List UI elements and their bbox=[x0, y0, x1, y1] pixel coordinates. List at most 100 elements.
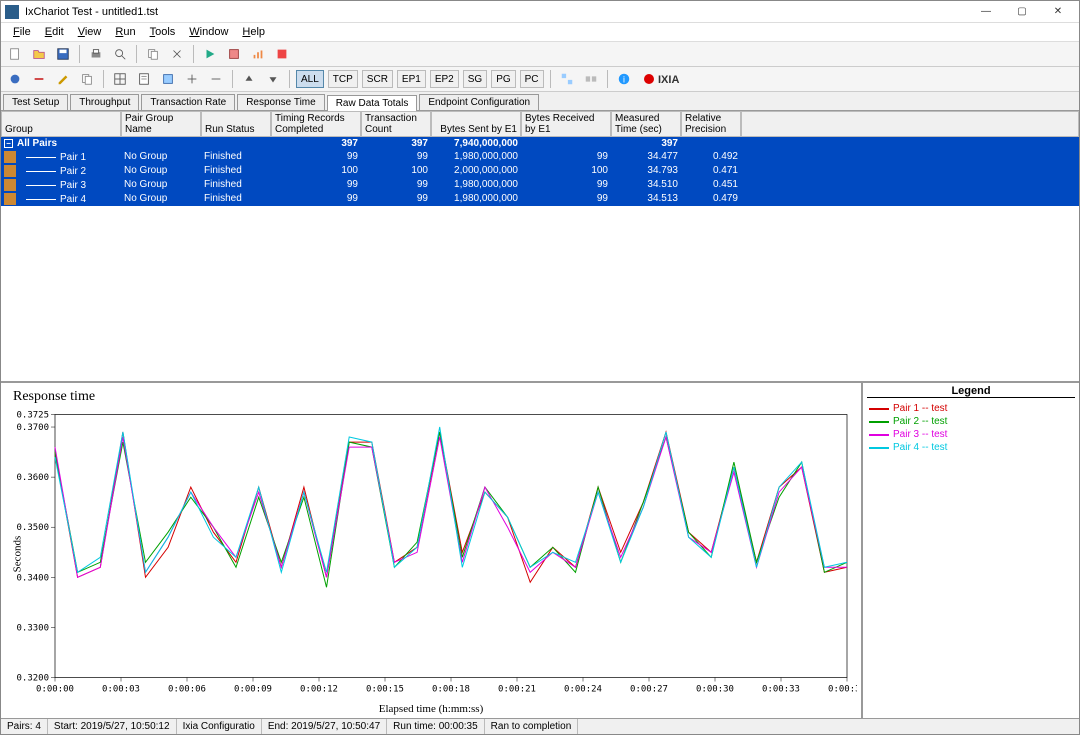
pair-edit-icon[interactable] bbox=[53, 69, 73, 89]
menu-help[interactable]: Help bbox=[236, 25, 271, 39]
tab-raw-data-totals[interactable]: Raw Data Totals bbox=[327, 95, 418, 111]
svg-text:0:00:06: 0:00:06 bbox=[168, 685, 206, 695]
chart-title: Response time bbox=[5, 387, 857, 407]
status-start: Start: 2019/5/27, 10:50:12 bbox=[48, 719, 177, 734]
col-recv[interactable]: Bytes Received by E1 bbox=[521, 111, 611, 137]
svg-text:0:00:33: 0:00:33 bbox=[762, 685, 800, 695]
svg-text:0:00:24: 0:00:24 bbox=[564, 685, 602, 695]
sort-asc-icon[interactable] bbox=[239, 69, 259, 89]
menu-tools[interactable]: Tools bbox=[144, 25, 182, 39]
status-ran: Ran to completion bbox=[485, 719, 579, 734]
data-grid: Group Pair Group Name Run Status Timing … bbox=[1, 111, 1079, 383]
chart-area: Seconds 0.32000.33000.34000.35000.36000.… bbox=[5, 407, 857, 701]
menu-file[interactable]: File bbox=[7, 25, 37, 39]
tab-test-setup[interactable]: Test Setup bbox=[3, 94, 68, 110]
filter-all[interactable]: ALL bbox=[296, 70, 324, 88]
tab-transaction-rate[interactable]: Transaction Rate bbox=[141, 94, 235, 110]
filter-tcp[interactable]: TCP bbox=[328, 70, 358, 88]
pair-copy-icon[interactable] bbox=[77, 69, 97, 89]
ungroup-icon[interactable] bbox=[557, 69, 577, 89]
status-end: End: 2019/5/27, 10:50:47 bbox=[262, 719, 387, 734]
svg-text:0:00:00: 0:00:00 bbox=[36, 685, 74, 695]
grid-row[interactable]: Pair 3No GroupFinished99991,980,000,0009… bbox=[1, 178, 1079, 192]
close-button[interactable]: ✕ bbox=[1041, 3, 1075, 21]
report-icon[interactable] bbox=[134, 69, 154, 89]
svg-text:0.3600: 0.3600 bbox=[16, 473, 49, 483]
filter-pg[interactable]: PG bbox=[491, 70, 515, 88]
grid-total-row[interactable]: − All Pairs3973977,940,000,000397 bbox=[1, 137, 1079, 150]
grid-row[interactable]: Pair 2No GroupFinished1001002,000,000,00… bbox=[1, 164, 1079, 178]
expand-icon[interactable] bbox=[182, 69, 202, 89]
svg-text:IXIA: IXIA bbox=[658, 74, 679, 86]
svg-text:0:00:09: 0:00:09 bbox=[234, 685, 272, 695]
print-icon[interactable] bbox=[86, 44, 106, 64]
legend-item[interactable]: Pair 3 -- test bbox=[869, 428, 1073, 441]
col-group[interactable]: Group bbox=[1, 111, 121, 137]
filter-ep1[interactable]: EP1 bbox=[397, 70, 426, 88]
col-sent[interactable]: Bytes Sent by E1 bbox=[431, 111, 521, 137]
titlebar: IxChariot Test - untitled1.tst — ▢ ✕ bbox=[1, 1, 1079, 23]
menu-view[interactable]: View bbox=[72, 25, 108, 39]
summary-icon[interactable] bbox=[158, 69, 178, 89]
save-icon[interactable] bbox=[53, 44, 73, 64]
endpoints-icon[interactable] bbox=[581, 69, 601, 89]
help-icon[interactable]: i bbox=[614, 69, 634, 89]
preview-icon[interactable] bbox=[110, 44, 130, 64]
filter-pc[interactable]: PC bbox=[520, 70, 544, 88]
grid-row[interactable]: Pair 1No GroupFinished99991,980,000,0009… bbox=[1, 150, 1079, 164]
tab-response-time[interactable]: Response Time bbox=[237, 94, 324, 110]
svg-text:i: i bbox=[623, 75, 625, 85]
filter-ep2[interactable]: EP2 bbox=[430, 70, 459, 88]
new-icon[interactable] bbox=[5, 44, 25, 64]
svg-text:0.3725: 0.3725 bbox=[16, 411, 49, 421]
pair-add-icon[interactable] bbox=[5, 69, 25, 89]
collapse-icon[interactable] bbox=[206, 69, 226, 89]
legend-pane: Legend Pair 1 -- testPair 2 -- testPair … bbox=[863, 383, 1079, 718]
filter-sg[interactable]: SG bbox=[463, 70, 487, 88]
col-timing[interactable]: Timing Records Completed bbox=[271, 111, 361, 137]
menu-run[interactable]: Run bbox=[109, 25, 141, 39]
legend-item[interactable]: Pair 4 -- test bbox=[869, 441, 1073, 454]
sort-desc-icon[interactable] bbox=[263, 69, 283, 89]
maximize-button[interactable]: ▢ bbox=[1005, 3, 1039, 21]
open-icon[interactable] bbox=[29, 44, 49, 64]
filter-scr[interactable]: SCR bbox=[362, 70, 393, 88]
col-meas[interactable]: Measured Time (sec) bbox=[611, 111, 681, 137]
toolbar-pair: ALL TCP SCR EP1 EP2 SG PG PC i IXIA bbox=[1, 67, 1079, 92]
tab-endpoint-configuration[interactable]: Endpoint Configuration bbox=[419, 94, 539, 110]
run-icon[interactable] bbox=[200, 44, 220, 64]
grid-body: − All Pairs3973977,940,000,000397 Pair 1… bbox=[1, 137, 1079, 381]
minimize-button[interactable]: — bbox=[969, 3, 1003, 21]
result-tabs: Test SetupThroughputTransaction RateResp… bbox=[1, 92, 1079, 111]
copy-icon[interactable] bbox=[143, 44, 163, 64]
menubar: FileEditViewRunToolsWindowHelp bbox=[1, 23, 1079, 42]
export-icon[interactable] bbox=[224, 44, 244, 64]
svg-text:0:00:15: 0:00:15 bbox=[366, 685, 404, 695]
col-trans[interactable]: Transaction Count bbox=[361, 111, 431, 137]
legend-item[interactable]: Pair 1 -- test bbox=[869, 402, 1073, 415]
svg-text:0:00:21: 0:00:21 bbox=[498, 685, 536, 695]
status-config: Ixia Configuratio bbox=[177, 719, 262, 734]
svg-text:0:00:18: 0:00:18 bbox=[432, 685, 470, 695]
statusbar: Pairs: 4 Start: 2019/5/27, 10:50:12 Ixia… bbox=[1, 718, 1079, 734]
status-runtime: Run time: 00:00:35 bbox=[387, 719, 485, 734]
col-spacer bbox=[741, 111, 1079, 137]
menu-edit[interactable]: Edit bbox=[39, 25, 70, 39]
lower-split: Response time Seconds 0.32000.33000.3400… bbox=[1, 383, 1079, 718]
col-prec[interactable]: Relative Precision bbox=[681, 111, 741, 137]
legend-item[interactable]: Pair 2 -- test bbox=[869, 415, 1073, 428]
col-status[interactable]: Run Status bbox=[201, 111, 271, 137]
col-pair-group[interactable]: Pair Group Name bbox=[121, 111, 201, 137]
chart-icon[interactable] bbox=[248, 44, 268, 64]
pair-del-icon[interactable] bbox=[29, 69, 49, 89]
grid-row[interactable]: Pair 4No GroupFinished99991,980,000,0009… bbox=[1, 192, 1079, 206]
menu-window[interactable]: Window bbox=[183, 25, 234, 39]
app-window: IxChariot Test - untitled1.tst — ▢ ✕ Fil… bbox=[0, 0, 1080, 735]
brand-logo: IXIA bbox=[644, 71, 690, 87]
svg-text:0:00:12: 0:00:12 bbox=[300, 685, 338, 695]
svg-text:0:00:03: 0:00:03 bbox=[102, 685, 140, 695]
grid-icon[interactable] bbox=[110, 69, 130, 89]
tab-throughput[interactable]: Throughput bbox=[70, 94, 139, 110]
stop-icon[interactable] bbox=[272, 44, 292, 64]
cut-icon[interactable] bbox=[167, 44, 187, 64]
